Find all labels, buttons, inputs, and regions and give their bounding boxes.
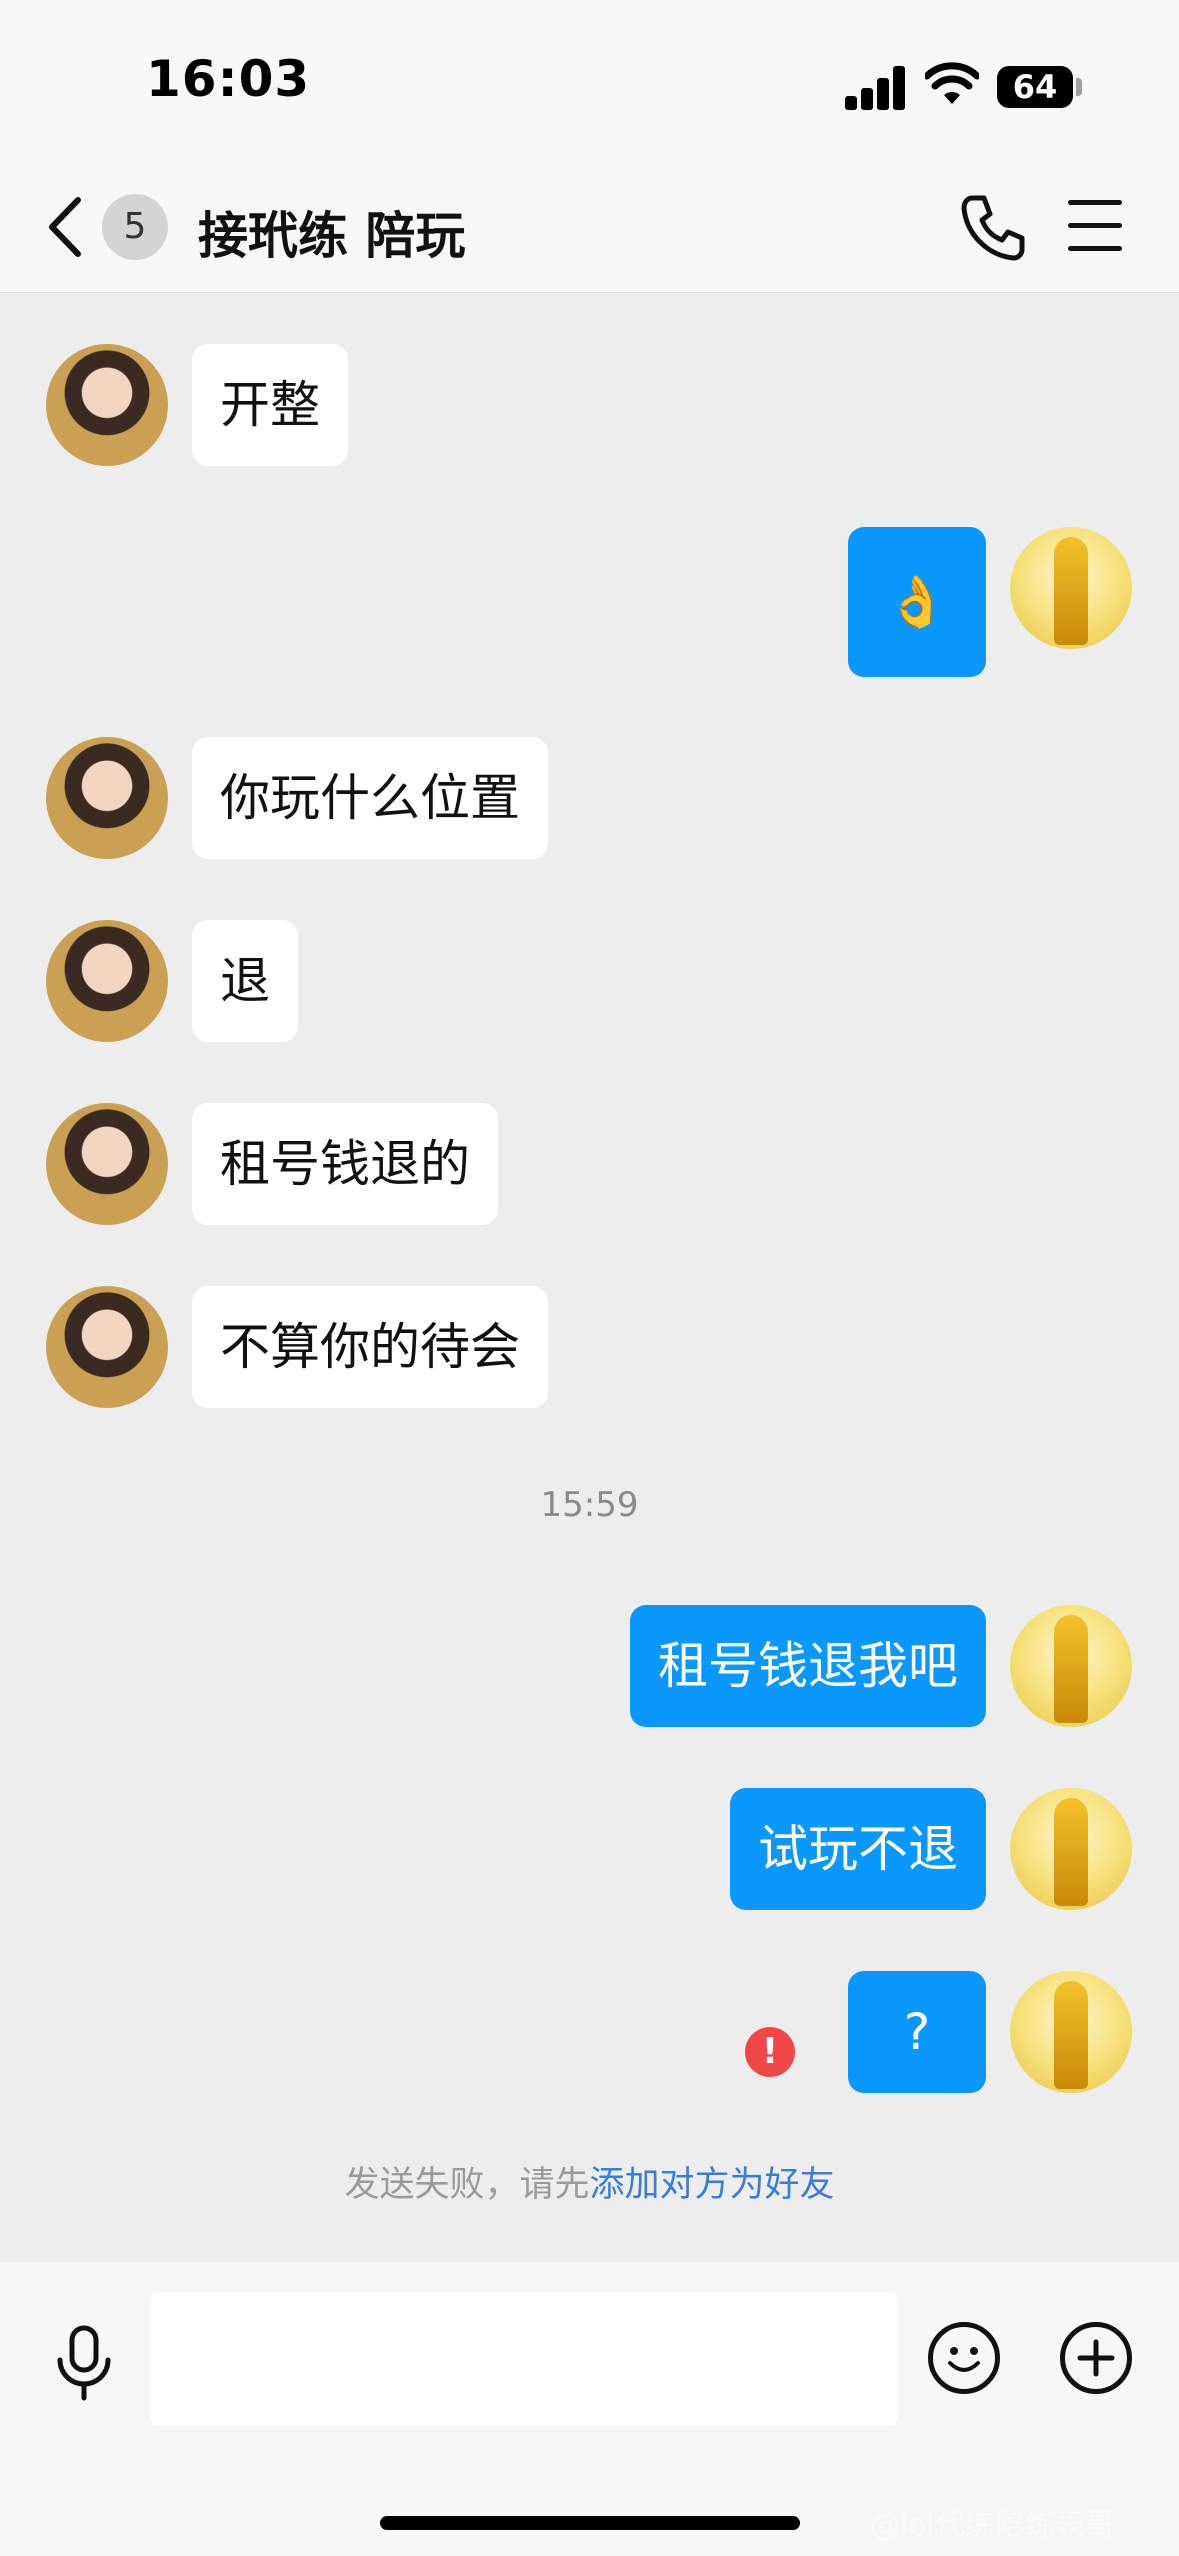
cellular-signal-icon xyxy=(845,66,907,110)
incoming-message[interactable]: 租号钱退的 xyxy=(192,1103,498,1225)
plus-icon[interactable] xyxy=(1060,2322,1132,2394)
outgoing-message[interactable]: ? xyxy=(848,1971,986,2093)
message-input[interactable] xyxy=(150,2292,898,2426)
my-avatar[interactable] xyxy=(1010,527,1132,649)
add-friend-link[interactable]: 添加对方为好友 xyxy=(590,2165,835,2205)
incoming-message[interactable]: 开整 xyxy=(192,344,348,466)
incoming-message[interactable]: 你玩什么位置 xyxy=(192,737,548,859)
send-failed-icon[interactable]: ! xyxy=(745,2027,795,2077)
wifi-icon xyxy=(925,62,979,104)
emoji-icon[interactable] xyxy=(928,2322,1000,2394)
contact-avatar[interactable] xyxy=(46,737,168,859)
chat-header: 5 接玳练 陪玩 xyxy=(0,170,1179,293)
contact-avatar[interactable] xyxy=(46,1103,168,1225)
status-time: 16:03 xyxy=(146,50,311,108)
status-bar: 16:03 64 xyxy=(0,0,1179,170)
send-failed-text: 发送失败，请先 xyxy=(344,2165,590,2205)
menu-icon[interactable] xyxy=(1068,200,1122,252)
contact-avatar[interactable] xyxy=(46,920,168,1042)
watermark-text: @lol代练陪练表哥 xyxy=(870,2508,1116,2543)
chat-title: 接玳练 陪玩 xyxy=(198,207,466,265)
battery-icon: 64 xyxy=(997,66,1073,108)
my-avatar[interactable] xyxy=(1010,1605,1132,1727)
contact-avatar[interactable] xyxy=(46,344,168,466)
my-avatar[interactable] xyxy=(1010,1788,1132,1910)
microphone-icon[interactable] xyxy=(52,2324,116,2404)
contact-avatar[interactable] xyxy=(46,1286,168,1408)
battery-tip xyxy=(1076,78,1082,96)
my-avatar[interactable] xyxy=(1010,1971,1132,2093)
unread-count-badge[interactable]: 5 xyxy=(102,194,168,260)
incoming-message[interactable]: 不算你的待会 xyxy=(192,1286,548,1408)
message-timestamp: 15:59 xyxy=(540,1485,639,1525)
back-arrow-icon[interactable] xyxy=(40,192,92,262)
outgoing-message[interactable]: 租号钱退我吧 xyxy=(630,1605,986,1727)
send-failed-notice: 发送失败，请先添加对方为好友 xyxy=(0,2156,1179,2207)
phone-call-icon[interactable] xyxy=(958,192,1028,262)
incoming-message[interactable]: 退 xyxy=(192,920,298,1042)
outgoing-message[interactable]: 👌 xyxy=(848,527,986,677)
home-indicator[interactable] xyxy=(380,2516,800,2530)
outgoing-message[interactable]: 试玩不退 xyxy=(730,1788,986,1910)
